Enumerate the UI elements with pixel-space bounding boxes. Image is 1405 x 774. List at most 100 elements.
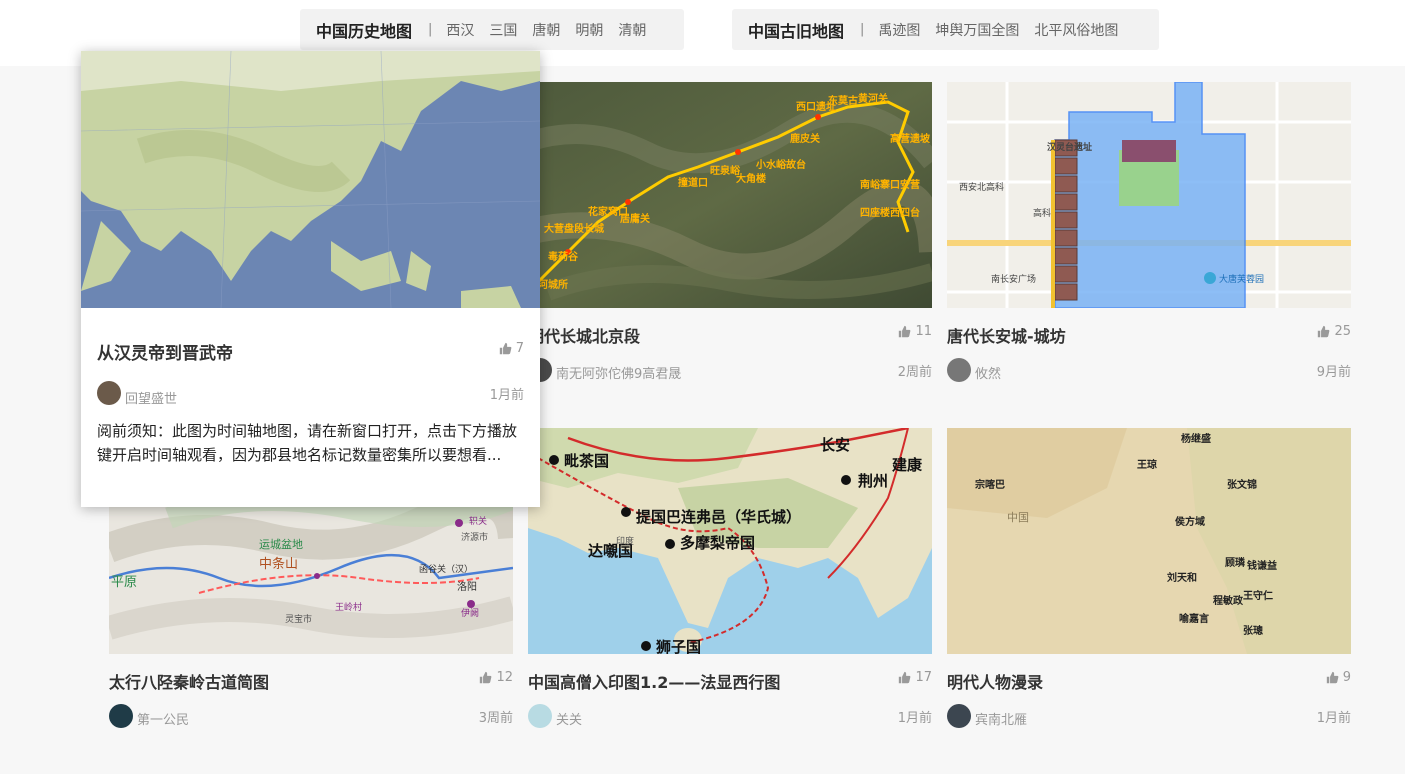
card-title[interactable]: 太行八陉秦岭古道简图 xyxy=(109,669,269,693)
avatar[interactable] xyxy=(97,381,121,405)
nav-link-yujitu[interactable]: 禹迹图 xyxy=(878,20,920,40)
nav-link-tang[interactable]: 唐朝 xyxy=(532,20,560,40)
map-label: 毗茶国 xyxy=(564,452,609,470)
post-time: 3周前 xyxy=(478,711,513,726)
thumbs-up-icon xyxy=(499,342,512,355)
map-thumbnail[interactable]: 杨继盛 王琼 张文锦 宗喀巴 侯方域 顾璘 钱谦益 刘天和 程敏政 王守仁 喻嘉… xyxy=(947,428,1351,654)
map-label: 南长安广场 xyxy=(991,273,1036,285)
map-label: 多摩梨帝国 xyxy=(680,534,755,552)
like-count[interactable]: 12 xyxy=(479,670,513,685)
map-label: 程敏政 xyxy=(1213,594,1244,607)
thumbs-up-icon xyxy=(1326,671,1339,684)
map-label: 杨继盛 xyxy=(1181,432,1211,445)
map-label: 王岭村 xyxy=(335,601,362,613)
map-label: 灵宝市 xyxy=(285,613,312,625)
map-label: 大营盘段长城 xyxy=(544,222,604,235)
like-count-value: 9 xyxy=(1342,670,1351,685)
avatar[interactable] xyxy=(947,358,971,382)
card-title[interactable]: 唐代长安城-城坊 xyxy=(947,323,1066,347)
map-label: 高营遗坡 xyxy=(890,132,931,145)
author-name[interactable]: 南无阿弥佗佛9高君晟 xyxy=(556,363,681,382)
nav-separator: | xyxy=(860,22,865,37)
map-label: 轵关 xyxy=(469,515,487,527)
map-label: 洛阳 xyxy=(457,580,477,593)
author-name[interactable]: 宾南北雁 xyxy=(975,709,1027,728)
map-card[interactable]: 毗茶国 长安 建康 荆州 提国巴连弗邑（华氏城） 达嚫国 多摩梨帝国 狮子国 印… xyxy=(528,428,932,728)
ancient-maps-nav: 中国古旧地图 | 禹迹图 坤舆万国全图 北平风俗地图 xyxy=(732,9,1159,50)
author-name[interactable]: 关关 xyxy=(556,709,582,728)
avatar[interactable] xyxy=(947,704,971,728)
map-card-hover-popup[interactable]: 从汉灵帝到晋武帝 7 回望盛世 1月前 阅前须知：此图为时间轴地图，请在新窗口打… xyxy=(81,51,540,507)
avatar[interactable] xyxy=(528,704,552,728)
map-label: 喻嘉言 xyxy=(1179,612,1209,625)
map-label: 印度 xyxy=(616,535,634,547)
like-count-value: 12 xyxy=(496,670,513,685)
map-card[interactable]: 汉灵台遗址 高科 西安北高科 南长安广场 大唐芙蓉园 唐代长安城-城坊 25 攸… xyxy=(947,82,1351,382)
map-label: 刘天和 xyxy=(1167,571,1197,584)
map-label: 河城所 xyxy=(538,278,568,291)
map-label: 提国巴连弗邑（华氏城） xyxy=(636,508,801,526)
nav-link-beiping[interactable]: 北平风俗地图 xyxy=(1034,20,1118,40)
like-count[interactable]: 25 xyxy=(1317,324,1351,339)
map-thumbnail[interactable] xyxy=(81,51,540,308)
map-label: 居庸关 xyxy=(620,212,650,225)
thumbs-up-icon xyxy=(898,325,911,338)
map-label: 王琼 xyxy=(1137,458,1157,471)
author-name[interactable]: 第一公民 xyxy=(137,709,189,728)
map-label: 济源市 xyxy=(461,531,488,543)
map-thumbnail[interactable]: 西口遗址 东莫古 黄河关 鹿皮关 高营遗坡 旺泉峪 小水峪故台 撞道口 大角楼 … xyxy=(528,82,932,308)
like-count-value: 11 xyxy=(915,324,932,339)
ancient-maps-title[interactable]: 中国古旧地图 xyxy=(748,18,844,42)
post-time: 2周前 xyxy=(897,365,932,380)
map-label: 毒药谷 xyxy=(548,250,579,263)
nav-link-kunyu[interactable]: 坤舆万国全图 xyxy=(935,20,1019,40)
card-title[interactable]: 中国高僧入印图1.2——法显西行图 xyxy=(528,669,780,693)
author-name[interactable]: 回望盛世 xyxy=(125,388,177,407)
thumbs-up-icon xyxy=(479,671,492,684)
map-label: 建康 xyxy=(892,456,923,474)
card-title[interactable]: 明代长城北京段 xyxy=(528,323,640,347)
map-label: 宗喀巴 xyxy=(975,478,1005,491)
nav-link-sanguo[interactable]: 三国 xyxy=(489,20,517,40)
nav-link-ming[interactable]: 明朝 xyxy=(575,20,603,40)
map-label: 长安 xyxy=(820,436,850,454)
like-count-value: 25 xyxy=(1334,324,1351,339)
thumbs-up-icon xyxy=(898,671,911,684)
map-label: 张璁 xyxy=(1243,624,1263,637)
nav-link-xihan[interactable]: 西汉 xyxy=(446,20,474,40)
map-label: 中国 xyxy=(1007,511,1029,524)
map-label: 撞道口 xyxy=(678,176,708,189)
map-thumbnail[interactable]: 毗茶国 长安 建康 荆州 提国巴连弗邑（华氏城） 达嚫国 多摩梨帝国 狮子国 印… xyxy=(528,428,932,654)
card-title[interactable]: 从汉灵帝到晋武帝 xyxy=(97,339,233,364)
like-count[interactable]: 11 xyxy=(898,324,932,339)
post-time: 1月前 xyxy=(489,388,524,403)
like-count-value: 7 xyxy=(515,341,524,356)
map-thumbnail[interactable]: 汉灵台遗址 高科 西安北高科 南长安广场 大唐芙蓉园 xyxy=(947,82,1351,308)
thumbs-up-icon xyxy=(1317,325,1330,338)
map-label: 四座楼西四台 xyxy=(860,206,920,219)
map-label: 荆州 xyxy=(858,472,888,490)
nav-link-qing[interactable]: 清朝 xyxy=(618,20,646,40)
map-label: 伊阙 xyxy=(461,607,479,619)
card-title[interactable]: 明代人物漫录 xyxy=(947,669,1043,693)
like-count[interactable]: 7 xyxy=(499,341,524,356)
map-label: 平原 xyxy=(111,575,137,590)
avatar[interactable] xyxy=(109,704,133,728)
map-label: 鹿皮关 xyxy=(790,132,820,145)
map-label: 张文锦 xyxy=(1227,478,1257,491)
like-count-value: 17 xyxy=(915,670,932,685)
history-maps-title[interactable]: 中国历史地图 xyxy=(316,18,412,42)
like-count[interactable]: 9 xyxy=(1326,670,1351,685)
post-time: 1月前 xyxy=(1316,711,1351,726)
map-label: 黄河关 xyxy=(858,92,888,105)
map-label: 西安北高科 xyxy=(959,181,1004,193)
map-label: 中条山 xyxy=(259,556,298,572)
map-card[interactable]: 西口遗址 东莫古 黄河关 鹿皮关 高营遗坡 旺泉峪 小水峪故台 撞道口 大角楼 … xyxy=(528,82,932,382)
like-count[interactable]: 17 xyxy=(898,670,932,685)
post-time: 9月前 xyxy=(1316,365,1351,380)
map-label: 大角楼 xyxy=(736,172,766,185)
author-name[interactable]: 攸然 xyxy=(975,363,1001,382)
map-label: 狮子国 xyxy=(655,638,701,654)
map-card[interactable]: 杨继盛 王琼 张文锦 宗喀巴 侯方域 顾璘 钱谦益 刘天和 程敏政 王守仁 喻嘉… xyxy=(947,428,1351,728)
map-label: 小水峪故台 xyxy=(755,158,806,171)
